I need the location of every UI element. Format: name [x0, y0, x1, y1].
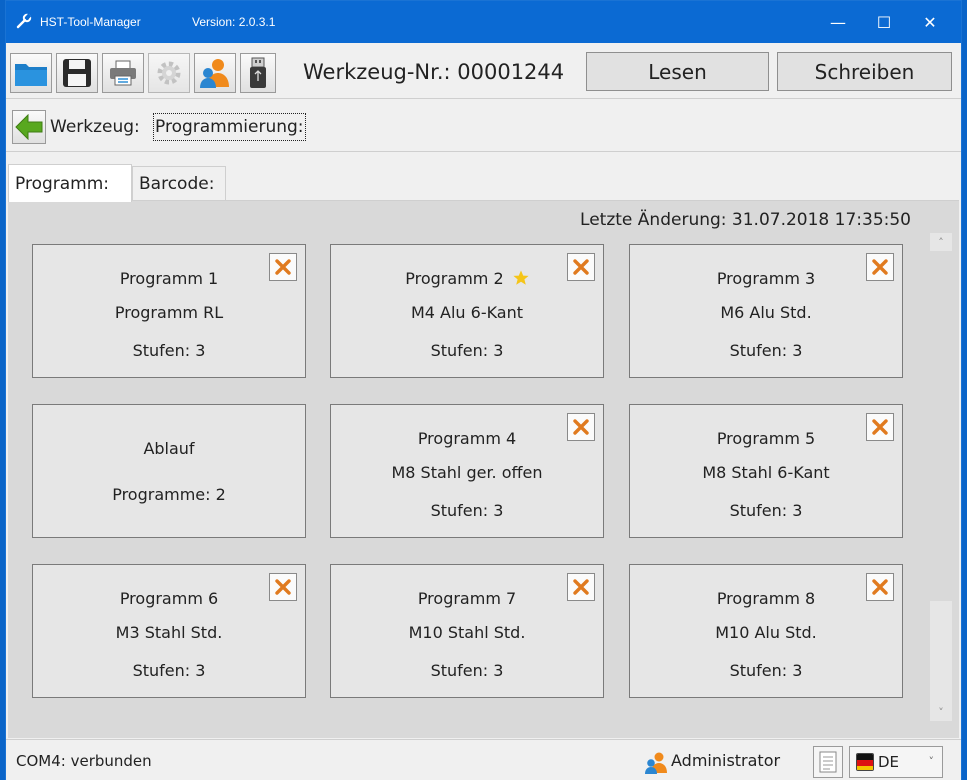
arrow-left-icon — [15, 114, 43, 140]
user-icon — [645, 752, 667, 774]
breadcrumb: Werkzeug: Programmierung: — [6, 100, 961, 152]
tab-programm[interactable]: Programm: — [8, 164, 132, 202]
close-icon — [573, 259, 589, 275]
app-window: HST-Tool-Manager Version: 2.0.3.1 — ☐ ✕ — [5, 0, 962, 780]
chevron-down-icon: ˅ — [928, 755, 935, 768]
save-button[interactable] — [56, 53, 98, 93]
open-button[interactable] — [10, 53, 52, 93]
write-button[interactable]: Schreiben — [777, 52, 952, 91]
wrench-icon — [16, 13, 32, 29]
close-button[interactable]: ✕ — [907, 1, 953, 43]
user-icon — [200, 59, 229, 88]
card-steps: Stufen: 3 — [132, 661, 206, 680]
app-version: Version: 2.0.3.1 — [192, 15, 276, 29]
connection-status: COM4: verbunden — [16, 752, 152, 770]
breadcrumb-programming[interactable]: Programmierung: — [153, 113, 306, 141]
delete-button[interactable] — [567, 253, 595, 281]
card-name: M6 Alu Std. — [720, 303, 812, 322]
card-steps: Stufen: 3 — [132, 341, 206, 360]
sequence-card[interactable]: Ablauf Programme: 2 — [32, 404, 306, 538]
user-button[interactable] — [194, 53, 236, 93]
card-title: Programm 6 — [119, 589, 219, 608]
back-button[interactable] — [12, 110, 46, 144]
close-icon — [573, 419, 589, 435]
user-name[interactable]: Administrator — [671, 751, 780, 770]
card-programs: Programme: 2 — [112, 485, 226, 504]
card-name: M4 Alu 6-Kant — [410, 303, 524, 322]
language-select[interactable]: DE ˅ — [849, 746, 943, 778]
delete-button[interactable] — [866, 413, 894, 441]
tool-number: Werkzeug-Nr.: 00001244 — [303, 60, 565, 84]
printer-icon — [110, 60, 136, 86]
card-name: Programm RL — [114, 303, 224, 322]
card-name: M3 Stahl Std. — [115, 623, 223, 642]
card-name: M8 Stahl ger. offen — [391, 463, 543, 482]
card-title: Programm 1 — [119, 269, 219, 288]
status-bar: COM4: verbunden Administrator DE ˅ — [6, 739, 961, 780]
log-button[interactable] — [813, 746, 843, 778]
delete-button[interactable] — [269, 573, 297, 601]
close-icon — [872, 259, 888, 275]
maximize-button[interactable]: ☐ — [861, 1, 907, 43]
card-title: Programm 7 — [417, 589, 517, 608]
usb-drive-icon — [250, 57, 266, 88]
program-card-1[interactable]: Programm 1 Programm RL Stufen: 3 — [32, 244, 306, 378]
close-icon — [872, 419, 888, 435]
program-card-7[interactable]: Programm 7 M10 Stahl Std. Stufen: 3 — [330, 564, 604, 698]
language-value: DE — [878, 753, 900, 771]
print-button[interactable] — [102, 53, 144, 93]
program-card-8[interactable]: Programm 8 M10 Alu Std. Stufen: 3 — [629, 564, 903, 698]
chevron-down-icon[interactable]: ˅ — [930, 703, 952, 721]
minimize-button[interactable]: — — [815, 1, 861, 43]
delete-button[interactable] — [866, 573, 894, 601]
card-steps: Stufen: 3 — [430, 501, 504, 520]
gear-icon — [157, 61, 181, 85]
card-name: M10 Alu Std. — [715, 623, 817, 642]
delete-button[interactable] — [269, 253, 297, 281]
program-card-2[interactable]: Programm 2 M4 Alu 6-Kant Stufen: 3 — [330, 244, 604, 378]
program-panel: Letzte Änderung: 31.07.2018 17:35:50 Pro… — [8, 200, 959, 738]
tab-barcode[interactable]: Barcode: — [132, 166, 226, 201]
settings-button[interactable] — [148, 53, 190, 93]
close-icon — [275, 579, 291, 595]
card-title: Programm 3 — [716, 269, 816, 288]
close-icon — [275, 259, 291, 275]
program-card-6[interactable]: Programm 6 M3 Stahl Std. Stufen: 3 — [32, 564, 306, 698]
scrollbar-track[interactable] — [930, 251, 952, 601]
delete-button[interactable] — [567, 413, 595, 441]
toolbar: Werkzeug-Nr.: 00001244 Lesen Schreiben — [6, 43, 961, 99]
card-steps: Stufen: 3 — [729, 501, 803, 520]
card-steps: Stufen: 3 — [729, 341, 803, 360]
read-button[interactable]: Lesen — [586, 52, 769, 91]
card-steps: Stufen: 3 — [430, 661, 504, 680]
program-card-5[interactable]: Programm 5 M8 Stahl 6-Kant Stufen: 3 — [629, 404, 903, 538]
card-title: Programm 8 — [716, 589, 816, 608]
card-steps: Stufen: 3 — [430, 341, 504, 360]
program-card-3[interactable]: Programm 3 M6 Alu Std. Stufen: 3 — [629, 244, 903, 378]
window-title: HST-Tool-Manager — [40, 15, 141, 29]
card-steps: Stufen: 3 — [729, 661, 803, 680]
german-flag-icon — [856, 753, 874, 771]
vertical-scrollbar[interactable]: ˄ ˅ — [930, 233, 952, 721]
title-bar[interactable]: HST-Tool-Manager Version: 2.0.3.1 — ☐ ✕ — [6, 1, 961, 43]
chevron-up-icon[interactable]: ˄ — [930, 233, 952, 251]
last-change: Letzte Änderung: 31.07.2018 17:35:50 — [580, 210, 911, 230]
card-title: Programm 2 — [405, 269, 504, 288]
card-title: Programm 4 — [417, 429, 517, 448]
close-icon — [573, 579, 589, 595]
card-name: M10 Stahl Std. — [408, 623, 526, 642]
delete-button[interactable] — [567, 573, 595, 601]
card-name: M8 Stahl 6-Kant — [702, 463, 830, 482]
folder-icon — [15, 64, 47, 86]
save-icon — [63, 59, 91, 87]
breadcrumb-tool[interactable]: Werkzeug: — [50, 117, 140, 137]
card-title: Ablauf — [143, 439, 195, 458]
delete-button[interactable] — [866, 253, 894, 281]
document-icon — [819, 751, 837, 773]
program-card-4[interactable]: Programm 4 M8 Stahl ger. offen Stufen: 3 — [330, 404, 604, 538]
card-title: Programm 5 — [716, 429, 816, 448]
close-icon — [872, 579, 888, 595]
usb-button[interactable] — [240, 53, 276, 93]
star-icon — [513, 270, 529, 285]
